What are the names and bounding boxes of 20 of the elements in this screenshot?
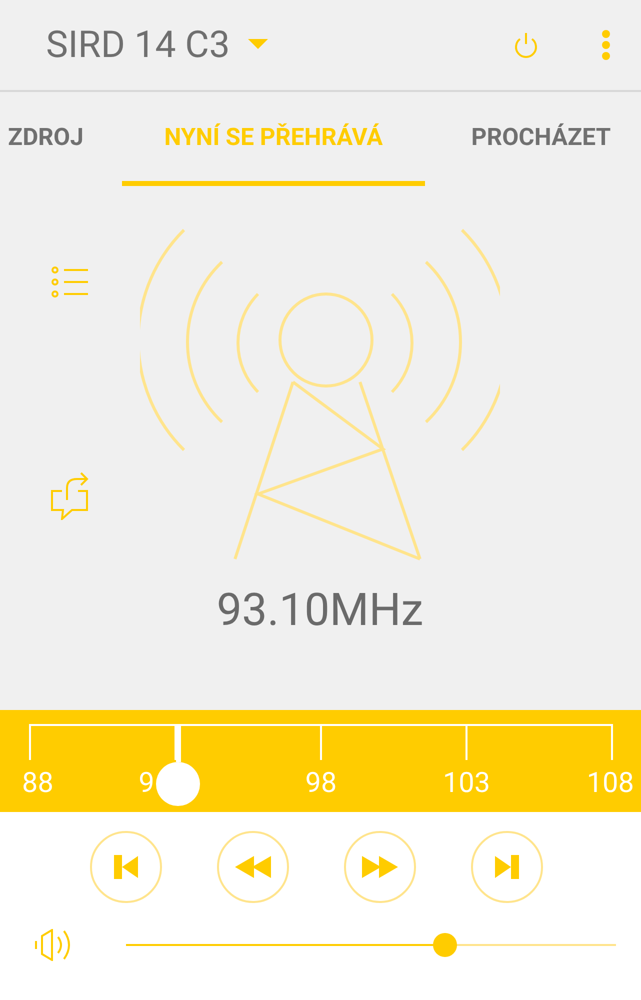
more-options-icon[interactable]	[601, 30, 611, 60]
power-button[interactable]	[513, 31, 539, 59]
scale-label: 98	[305, 766, 337, 799]
scale-label: 9	[138, 766, 154, 799]
rewind-icon	[235, 855, 271, 879]
skip-next-icon	[494, 855, 520, 879]
scale-label: 108	[586, 766, 634, 799]
frequency-readout: 93.10MHz	[216, 583, 424, 636]
tuner-needle[interactable]	[176, 724, 182, 762]
tab[interactable]: ZDROJ	[0, 92, 100, 186]
tuner-thumb[interactable]	[156, 762, 200, 806]
scale-label: 88	[22, 766, 54, 799]
dropdown-caret-icon[interactable]	[248, 39, 268, 51]
tab[interactable]: PROCHÁZET	[441, 92, 641, 186]
skip-previous-icon	[113, 855, 139, 879]
fast-forward-icon	[362, 855, 398, 879]
scale-label: 103	[442, 766, 490, 799]
list-icon[interactable]	[50, 266, 90, 298]
device-name[interactable]: SIRD 14 C3	[46, 24, 230, 66]
share-icon[interactable]	[50, 472, 90, 520]
